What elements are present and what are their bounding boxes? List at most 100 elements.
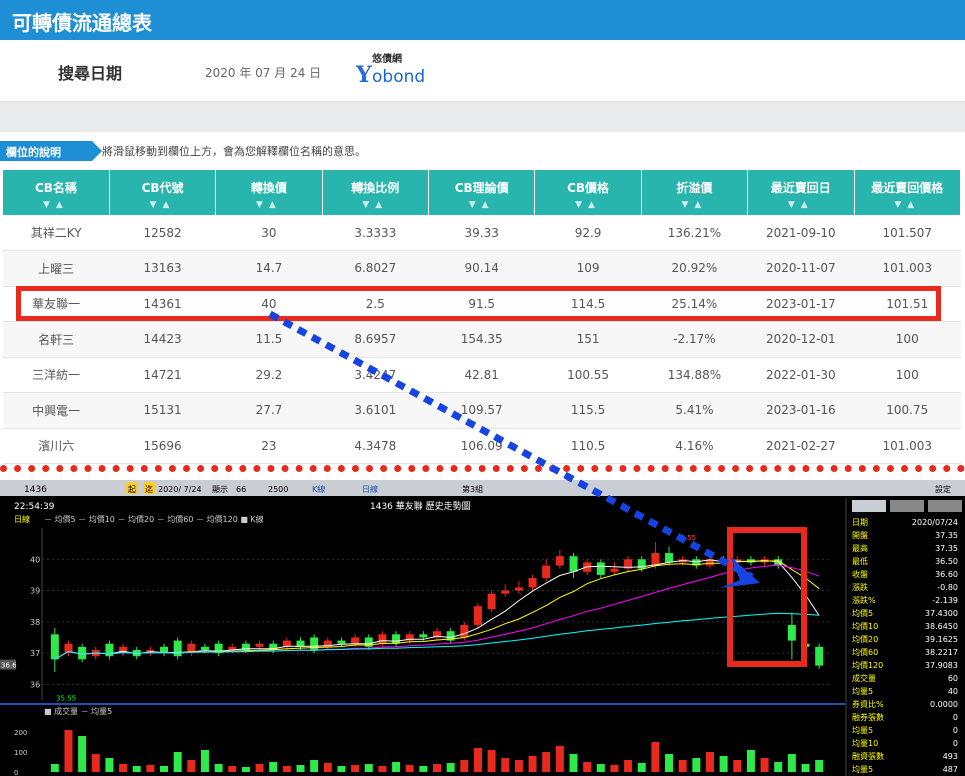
volume-bar [132,766,141,772]
candle [542,565,551,579]
table-cell: 90.14 [428,250,535,287]
info-label: 均價5 [852,608,873,618]
volume-bar [64,730,73,772]
sort-icon[interactable]: ▼▲ [110,200,215,210]
table-cell: 3.3333 [322,215,429,251]
sort-icon[interactable]: ▼▲ [3,200,109,210]
table-cell: 106.09 [428,428,535,464]
info-value: 37.35 [935,544,958,553]
volume-bar [692,758,701,772]
volume-bar [255,764,264,772]
info-label: 均價60 [852,647,878,657]
column-header[interactable]: CB價格 ▼▲ [534,170,642,215]
volume-bar [351,765,360,772]
volume-bar [542,752,551,772]
sort-icon[interactable]: ▼▲ [216,200,321,210]
volume-bar [282,766,291,772]
table-cell: 27.7 [215,392,323,429]
sort-icon[interactable]: ▼▲ [642,200,747,210]
candle [651,553,660,566]
column-header-label: CB名稱 [34,181,77,195]
column-header[interactable]: CB名稱 ▼▲ [3,170,110,215]
volume-bar [555,746,564,772]
search-date-value[interactable]: 2020 年 07 月 24 日 [205,64,321,81]
sort-icon[interactable]: ▼▲ [748,200,853,210]
y-tick-label: 36 [30,680,40,689]
sort-icon[interactable]: ▼▲ [535,200,640,210]
column-header[interactable]: 轉換比例 ▼▲ [322,170,430,215]
candle [50,634,59,660]
column-note-text: 將滑鼠移動到欄位上方，會為您解釋欄位名稱的意思。 [102,145,366,158]
table-cell: 15696 [109,428,216,464]
table-cell: 39.33 [428,215,535,251]
volume-bar [405,765,414,772]
sort-icon[interactable]: ▼▲ [429,200,534,210]
column-header[interactable]: CB代號 ▼▲ [109,170,217,215]
volume-bar [269,762,278,772]
column-header[interactable]: 轉換價 ▼▲ [215,170,323,215]
table-cell: 92.9 [534,215,642,251]
total-field: 2500 [268,485,288,494]
ma10-line [54,560,820,660]
info-label: 融資張數 [852,751,884,761]
volume-bar [173,752,182,772]
ma20-line [54,564,820,660]
info-label: 均價10 [852,621,878,631]
volume-bar [310,760,319,772]
table-cell: 101.003 [854,250,961,287]
candle [255,643,264,647]
table-row[interactable]: 上曜三 13163 14.7 6.8027 90.14 109 20.92% 2020-11-… [3,250,961,287]
table-cell: 14721 [109,357,216,393]
column-header[interactable]: 折溢價 ▼▲ [641,170,749,215]
volume-bar [705,752,714,772]
table-row[interactable]: 名軒三 14423 11.5 8.6957 154.35 151 -2.17% 2020-12… [3,321,961,358]
volume-bar [378,766,387,772]
search-bar: 搜尋日期 2020 年 07 月 24 日 悠債網 Y obond [0,40,965,102]
sort-icon[interactable]: ▼▲ [855,200,961,210]
table-row[interactable]: 三洋紡一 14721 29.2 3.4247 42.81 100.55 134.88% 202… [3,357,961,393]
info-value: 60 [948,674,958,683]
table-row[interactable]: 其祥二KY 12582 30 3.3333 39.33 92.9 136.21% 2021-0… [3,215,961,251]
candle [351,637,360,644]
low-label: 35.55 [56,694,76,702]
table-cell: 2021-02-27 [747,428,854,464]
y-tick-label: 39 [30,587,40,596]
column-header[interactable]: CB理論價 ▼▲ [428,170,536,215]
table-cell: 2020-11-07 [747,250,854,287]
sort-icon[interactable]: ▼▲ [323,200,428,210]
table-cell: 115.5 [534,392,642,429]
table-row[interactable]: 濱川六 15696 23 4.3478 106.09 110.5 4.16% 2021-02-… [3,428,961,464]
column-header[interactable]: 最近賣回日 ▼▲ [747,170,855,215]
search-date-label: 搜尋日期 [58,64,123,83]
table-cell: 110.5 [534,428,642,464]
volume-bar [610,765,619,772]
candle [596,562,605,575]
column-header-label: 最近賣回價格 [871,181,944,195]
info-value: 0 [953,739,958,748]
column-header-label: CB理論價 [454,181,509,195]
info-value: 38.6450 [925,622,958,631]
candle [569,556,578,572]
table-cell: 8.6957 [322,321,429,358]
candle [514,587,523,591]
volume-bar [228,766,237,772]
table-row[interactable]: 中興電一 15131 27.7 3.6101 109.57 115.5 5.41% 2023-… [3,392,961,429]
highlight-box [16,286,941,321]
column-header-label: 轉換比例 [351,181,400,195]
table-cell: 109.57 [428,392,535,429]
table-cell: 100.75 [854,392,961,429]
stock-code-field: 1436 [24,485,47,495]
yobond-logo[interactable]: 悠債網 Y obond [356,50,425,90]
volume-bar [50,764,59,772]
candle [173,640,182,657]
table-cell: 101.003 [854,428,961,464]
volume-bar [665,754,674,772]
candle [392,634,401,644]
dotted-separator [0,465,965,472]
column-header[interactable]: 最近賣回價格 ▼▲ [854,170,961,215]
volume-bar [719,756,728,772]
info-label: 成交量 [852,673,876,683]
table-cell: 30 [215,215,323,251]
candle [610,568,619,572]
volume-bar [214,764,223,772]
